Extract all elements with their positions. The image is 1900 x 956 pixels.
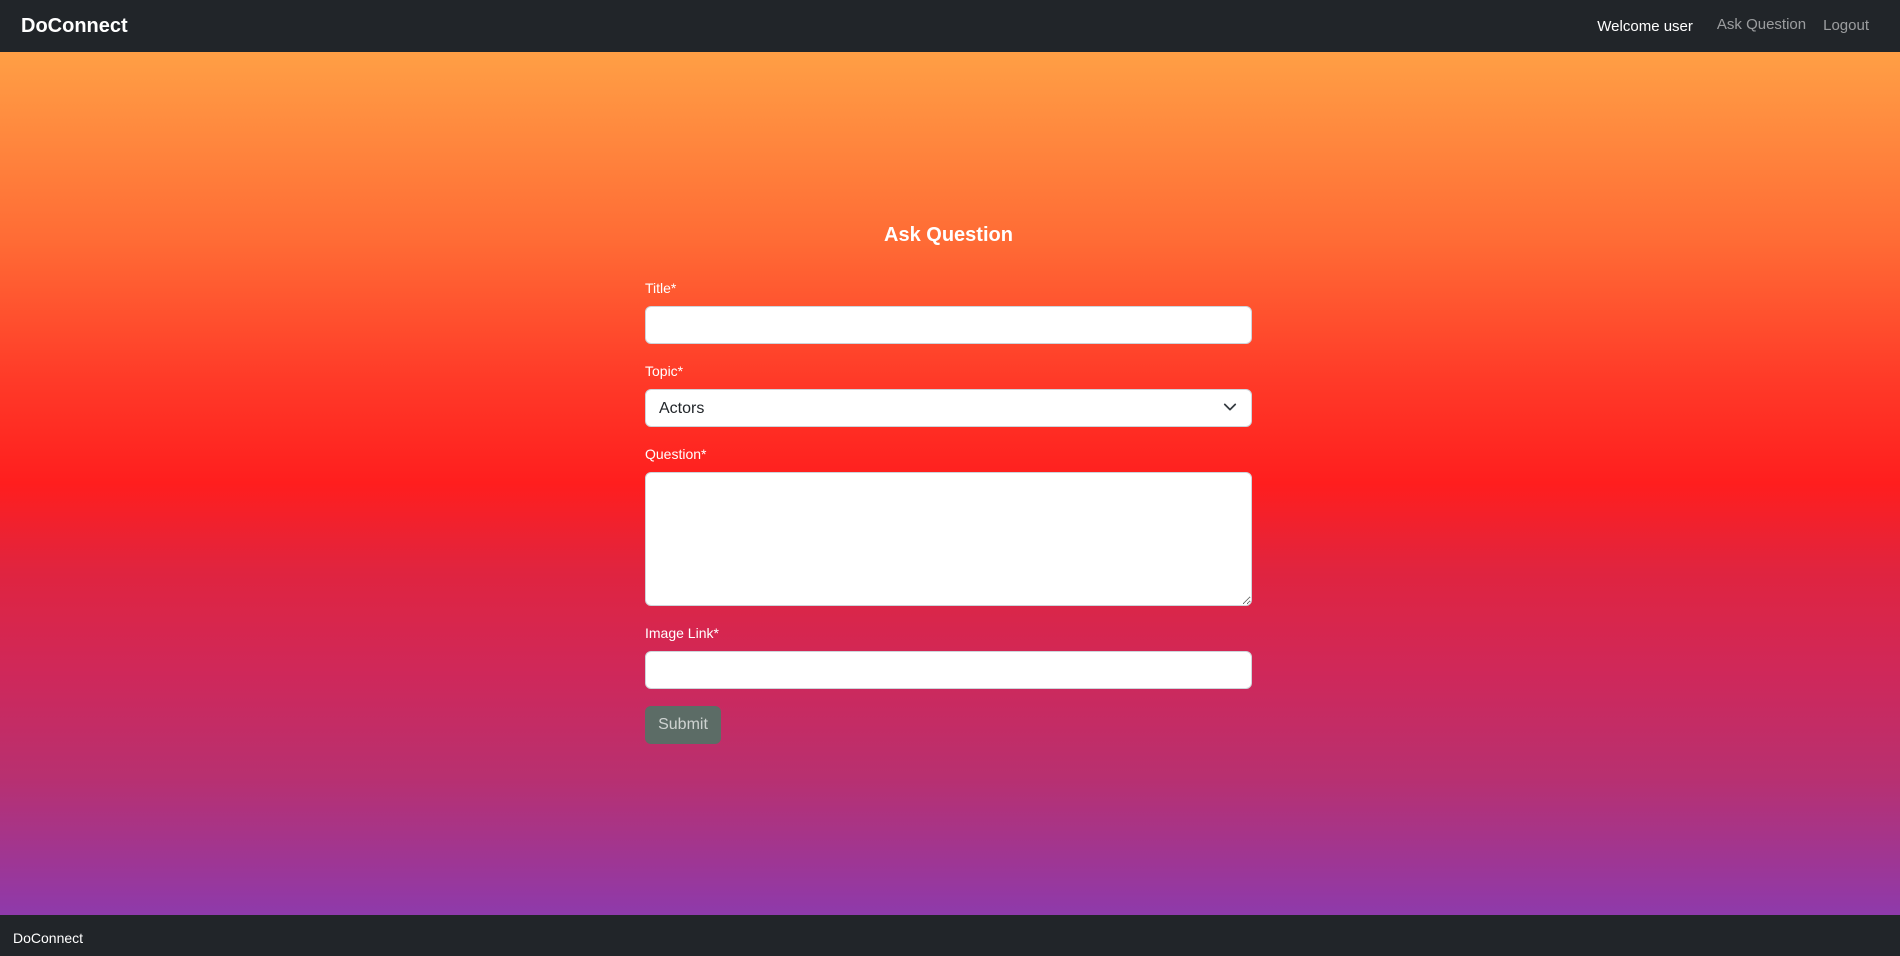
image-link-input[interactable] bbox=[645, 651, 1252, 689]
submit-button[interactable]: Submit bbox=[645, 706, 721, 744]
ask-question-form: Ask Question Title* Topic* Actors Questi… bbox=[645, 224, 1252, 744]
top-navbar: DoConnect Welcome user Ask Question Logo… bbox=[0, 0, 1900, 52]
footer: DoConnect bbox=[0, 915, 1900, 956]
topic-label: Topic* bbox=[645, 363, 684, 379]
title-input[interactable] bbox=[645, 306, 1252, 344]
ask-question-link[interactable]: Ask Question bbox=[1717, 16, 1806, 33]
image-link-label: Image Link* bbox=[645, 625, 719, 641]
page-title: Ask Question bbox=[884, 224, 1013, 246]
logout-link[interactable]: Logout bbox=[1823, 17, 1869, 34]
main-content: Ask Question Title* Topic* Actors Questi… bbox=[0, 52, 1900, 915]
chevron-down-icon bbox=[1223, 403, 1237, 411]
footer-brand: DoConnect bbox=[13, 929, 84, 946]
question-label: Question* bbox=[645, 446, 707, 462]
welcome-text: Welcome user bbox=[1597, 17, 1693, 35]
topic-selected-value: Actors bbox=[659, 400, 705, 417]
question-textarea[interactable] bbox=[645, 472, 1252, 606]
nav-right: Welcome user Ask Question Logout bbox=[1597, 0, 1879, 52]
brand-link[interactable]: DoConnect bbox=[21, 15, 128, 38]
topic-select[interactable]: Actors bbox=[645, 389, 1252, 427]
title-label: Title* bbox=[645, 280, 677, 296]
